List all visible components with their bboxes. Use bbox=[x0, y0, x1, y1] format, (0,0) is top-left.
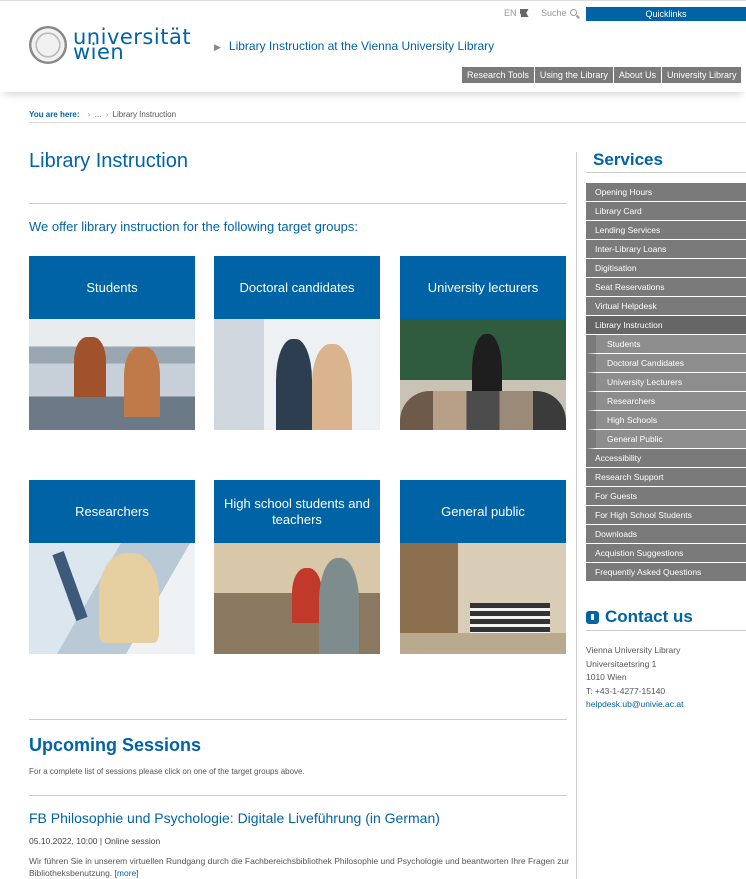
nav-about-us[interactable]: About Us bbox=[614, 67, 662, 83]
nav-university-library[interactable]: University Library bbox=[662, 67, 742, 83]
search-label: Suche bbox=[541, 8, 567, 18]
language-label: EN bbox=[504, 8, 517, 18]
tile-doctoral-candidates-photo bbox=[214, 319, 380, 430]
sidebar-item-library-card[interactable]: Library Card bbox=[586, 202, 746, 221]
sidebar-item-lending-services[interactable]: Lending Services bbox=[586, 221, 746, 240]
tile-high-school-photo bbox=[214, 543, 380, 654]
event-title-link[interactable]: FB Philosophie und Psychologie: Digitale… bbox=[29, 810, 440, 826]
sidebar-subitem-university-lecturers[interactable]: University Lecturers bbox=[586, 373, 746, 392]
sidebar-item-research-support[interactable]: Research Support bbox=[586, 468, 746, 487]
page-title: Library Instruction bbox=[29, 150, 188, 172]
tile-researchers-label: Researchers bbox=[29, 480, 195, 543]
site-section-title[interactable]: ▶ Library Instruction at the Vienna Unive… bbox=[214, 39, 494, 53]
flag-icon bbox=[519, 9, 529, 17]
tile-general-public[interactable]: General public bbox=[400, 480, 566, 654]
sidebar-item-opening-hours[interactable]: Opening Hours bbox=[586, 183, 746, 202]
sessions-title: Upcoming Sessions bbox=[29, 735, 202, 755]
quicklinks-button[interactable]: Quicklinks bbox=[586, 7, 746, 21]
sidebar-subitem-high-schools[interactable]: High Schools bbox=[586, 411, 746, 430]
language-switch[interactable]: EN bbox=[504, 8, 529, 18]
nav-using-the-library[interactable]: Using the Library bbox=[535, 67, 614, 83]
services-title: Services bbox=[593, 150, 663, 169]
sidebar-subitem-doctoral-candidates[interactable]: Doctoral Candidates bbox=[586, 354, 746, 373]
tile-university-lecturers[interactable]: University lecturers bbox=[400, 256, 566, 430]
contact-city: 1010 Wien bbox=[586, 672, 627, 682]
tile-doctoral-candidates[interactable]: Doctoral candidates bbox=[214, 256, 380, 430]
main-navigation: Research Tools Using the Library About U… bbox=[462, 67, 742, 83]
sessions-note: For a complete list of sessions please c… bbox=[29, 767, 305, 776]
breadcrumb-divider bbox=[29, 122, 746, 123]
sidebar-divider bbox=[576, 152, 577, 879]
event-more-link[interactable]: [more] bbox=[115, 868, 139, 878]
sidebar-item-for-high-school-students[interactable]: For High School Students bbox=[586, 506, 746, 525]
sidebar-subitem-researchers[interactable]: Researchers bbox=[586, 392, 746, 411]
divider bbox=[29, 795, 567, 796]
search-link[interactable]: Suche bbox=[541, 8, 577, 18]
tile-researchers[interactable]: Researchers bbox=[29, 480, 195, 654]
event-datetime: 05.10.2022, 10:00 bbox=[29, 836, 98, 846]
contact-email-link[interactable]: helpdesk.ub@univie.ac.at bbox=[586, 698, 683, 712]
breadcrumb-ellipsis[interactable]: ... bbox=[95, 110, 102, 119]
breadcrumb-separator-icon: › bbox=[87, 110, 91, 119]
sidebar-item-faq[interactable]: Frequently Asked Questions bbox=[586, 563, 746, 582]
breadcrumb-current: Library Instruction bbox=[112, 110, 177, 119]
tile-students[interactable]: Students bbox=[29, 256, 195, 430]
sidebar-item-acquisition-suggestions[interactable]: Acquistion Suggestions bbox=[586, 544, 746, 563]
contact-title-text: Contact us bbox=[605, 607, 693, 626]
sidebar-subitem-students[interactable]: Students bbox=[586, 335, 746, 354]
services-divider bbox=[586, 172, 746, 173]
tile-students-label: Students bbox=[29, 256, 195, 319]
divider bbox=[29, 203, 567, 204]
divider bbox=[29, 719, 567, 720]
tile-general-public-label: General public bbox=[400, 480, 566, 543]
contact-divider bbox=[586, 630, 746, 631]
contact-block: Vienna University Library Universitaetsr… bbox=[586, 644, 683, 712]
university-seal-icon bbox=[29, 26, 67, 64]
sidebar-item-for-guests[interactable]: For Guests bbox=[586, 487, 746, 506]
breadcrumb: You are here: › ... › Library Instructio… bbox=[29, 110, 176, 119]
search-icon bbox=[569, 9, 577, 16]
chevron-right-icon: ▶ bbox=[214, 42, 221, 52]
sidebar-item-downloads[interactable]: Downloads bbox=[586, 525, 746, 544]
event-description-text: Wir führen Sie in unserem virtuellen Run… bbox=[29, 856, 570, 878]
university-logo[interactable]: universität wien bbox=[29, 26, 191, 64]
logo-wordmark: universität wien bbox=[73, 27, 191, 63]
services-menu: Opening Hours Library Card Lending Servi… bbox=[586, 183, 746, 582]
tile-high-school[interactable]: High school students and teachers bbox=[214, 480, 380, 654]
contact-name: Vienna University Library bbox=[586, 645, 681, 655]
sidebar-item-digitisation[interactable]: Digitisation bbox=[586, 259, 746, 278]
sidebar-item-library-instruction[interactable]: Library Instruction bbox=[586, 316, 746, 335]
sidebar-item-inter-library-loans[interactable]: Inter-Library Loans bbox=[586, 240, 746, 259]
event-meta: 05.10.2022, 10:00 | Online session bbox=[29, 836, 160, 846]
sidebar-item-seat-reservations[interactable]: Seat Reservations bbox=[586, 278, 746, 297]
tile-high-school-label: High school students and teachers bbox=[214, 480, 380, 543]
site-section-title-text: Library Instruction at the Vienna Univer… bbox=[228, 39, 495, 53]
sidebar-item-virtual-helpdesk[interactable]: Virtual Helpdesk bbox=[586, 297, 746, 316]
breadcrumb-separator-icon: › bbox=[105, 110, 109, 119]
event-description: Wir führen Sie in unserem virtuellen Run… bbox=[29, 855, 574, 879]
contact-phone[interactable]: T: +43-1-4277-15140 bbox=[586, 685, 683, 699]
breadcrumb-label: You are here: bbox=[29, 110, 80, 119]
tile-general-public-photo bbox=[400, 543, 566, 654]
site-header: universität wien ▶ Library Instruction at… bbox=[0, 0, 746, 92]
intro-text: We offer library instruction for the fol… bbox=[29, 219, 359, 234]
event-format: Online session bbox=[104, 836, 161, 846]
tile-researchers-photo bbox=[29, 543, 195, 654]
nav-research-tools[interactable]: Research Tools bbox=[462, 67, 535, 83]
tile-university-lecturers-photo bbox=[400, 319, 566, 430]
tile-doctoral-candidates-label: Doctoral candidates bbox=[214, 256, 380, 319]
sidebar-item-accessibility[interactable]: Accessibility bbox=[586, 449, 746, 468]
tile-students-photo bbox=[29, 319, 195, 430]
info-chat-icon bbox=[586, 610, 599, 624]
sidebar-subitem-general-public[interactable]: General Public bbox=[586, 430, 746, 449]
contact-street: Universitaetsring 1 bbox=[586, 658, 657, 669]
tile-university-lecturers-label: University lecturers bbox=[400, 256, 566, 319]
contact-title: Contact us bbox=[586, 607, 693, 627]
